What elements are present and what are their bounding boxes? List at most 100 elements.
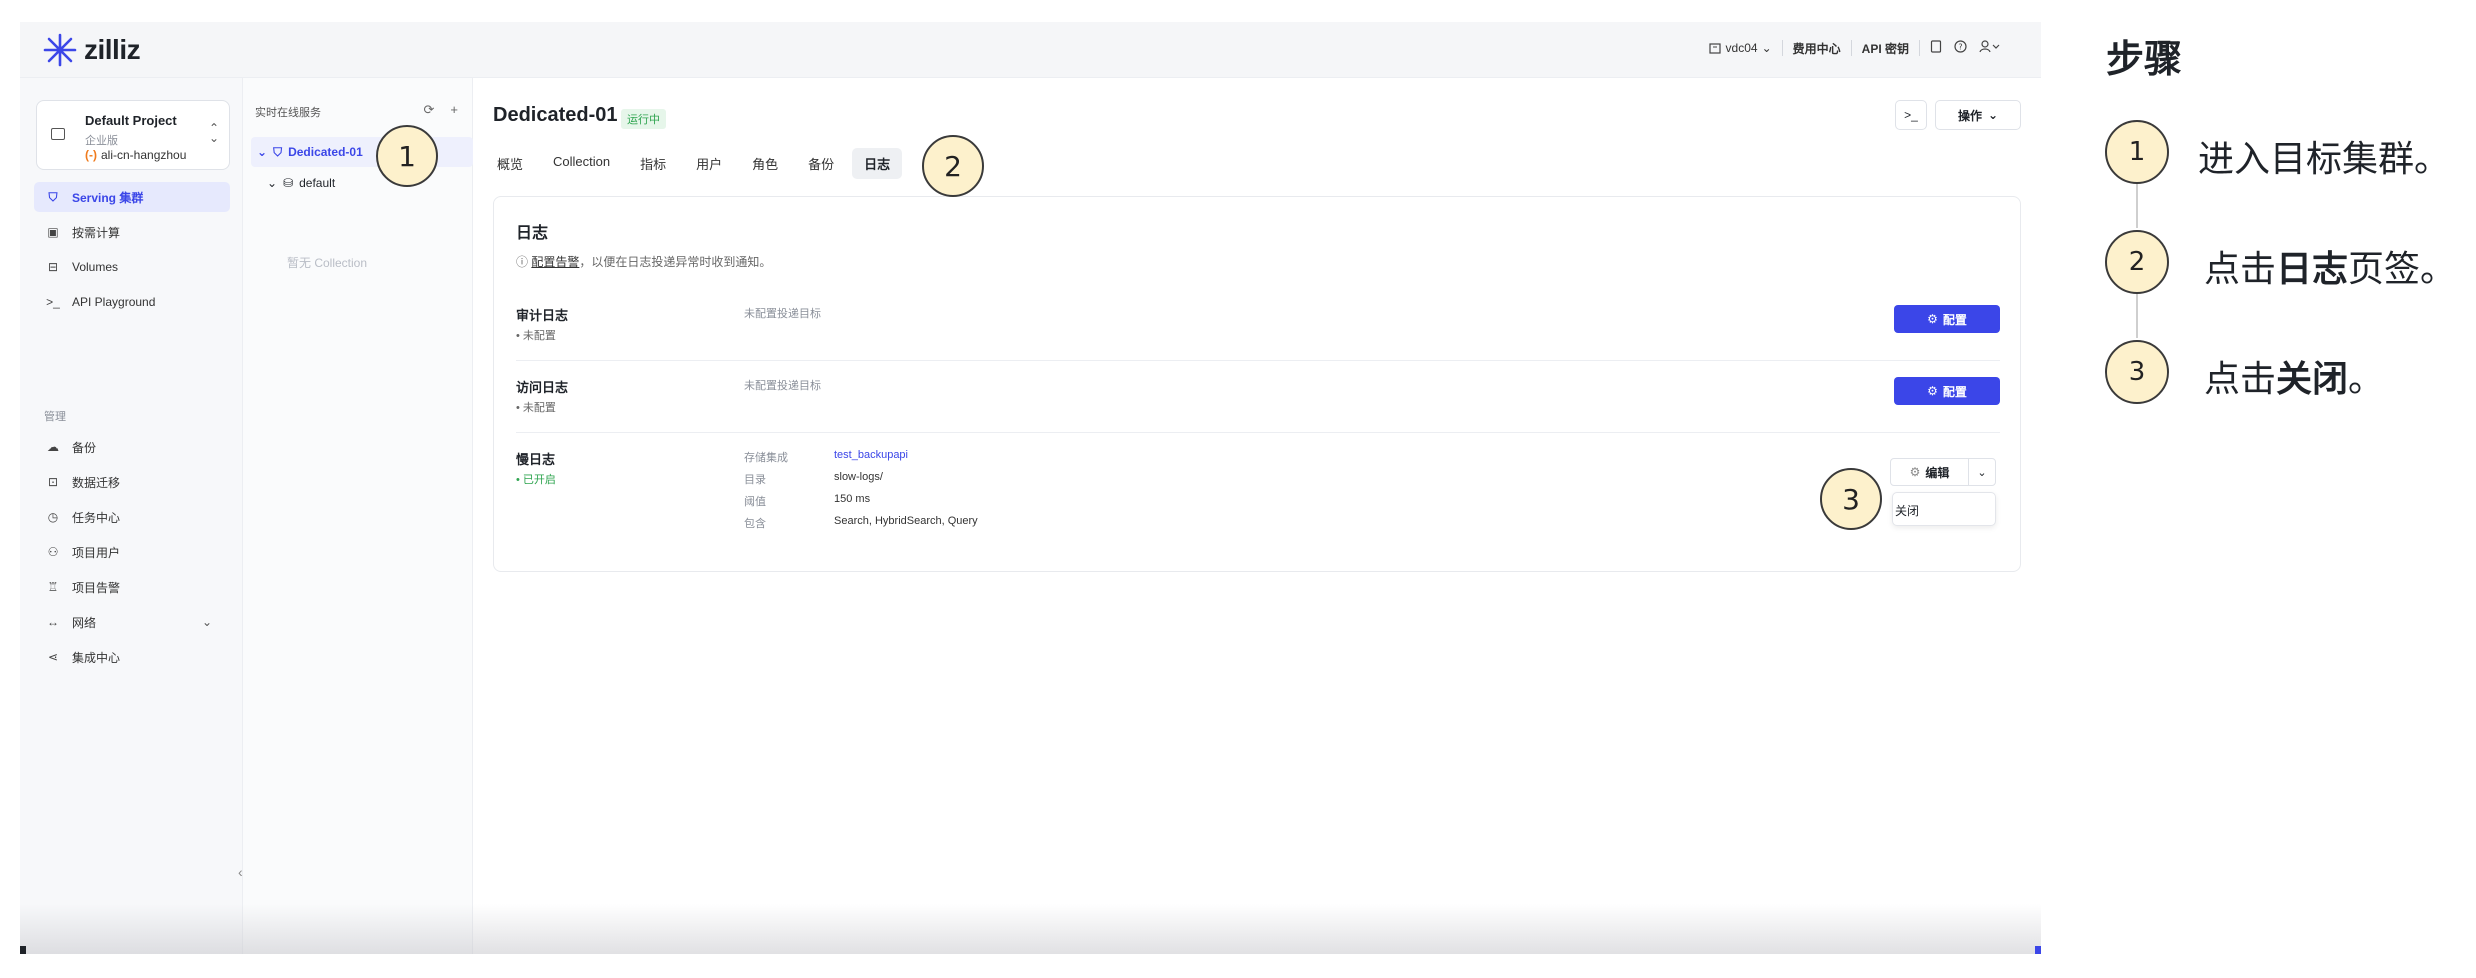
storage-integration-link[interactable]: test_backupapi: [834, 449, 908, 461]
tab-logs[interactable]: 日志: [852, 148, 903, 179]
user-menu-icon[interactable]: [1979, 40, 2001, 56]
edit-label: 编辑: [1925, 465, 1950, 480]
edit-button[interactable]: ⚙ 编辑: [1891, 459, 1969, 485]
page-title: Dedicated-01: [493, 104, 618, 126]
cluster-icon: ⛉: [48, 189, 58, 204]
operations-button[interactable]: 操作 ⌄: [1935, 100, 2021, 130]
audit-log-row: 审计日志 • 未配置 未配置投递目标 ⚙ 配置: [516, 305, 2000, 345]
menu-item-close[interactable]: 关闭: [1895, 502, 1995, 519]
sidebar-item-users[interactable]: ⚇ 项目用户: [34, 537, 230, 567]
slow-log-state-text: 已开启: [522, 474, 556, 486]
access-config-button[interactable]: ⚙ 配置: [1894, 377, 2000, 405]
corner-mark: [2035, 946, 2041, 954]
step-number-1: 1: [2105, 120, 2169, 184]
sidebar-item-serving[interactable]: ⛉ Serving 集群: [34, 182, 230, 212]
steps-title: 步骤: [2106, 39, 2183, 81]
sidebar-item-api-playground[interactable]: >_ API Playground: [34, 287, 230, 317]
region-logo-icon: (-): [85, 148, 97, 162]
refresh-icon[interactable]: ⟳: [424, 102, 435, 118]
audit-log-state: • 未配置: [516, 330, 556, 342]
ops-label: 操作: [1957, 108, 1982, 123]
terminal-icon: >_: [46, 295, 60, 309]
sidebar-item-tasks[interactable]: ◷ 任务中心: [34, 502, 230, 532]
chevron-down-icon: ⌄: [1761, 41, 1772, 55]
chevron-down-icon: ⌄: [267, 176, 278, 190]
audit-log-state-text: 未配置: [522, 330, 556, 342]
gear-icon: ⚙: [1909, 465, 1921, 479]
org-switcher[interactable]: vdc04 ⌄: [1698, 40, 1783, 56]
sidebar-item-label: 网络: [72, 615, 97, 630]
tab-metrics[interactable]: 指标: [628, 148, 678, 179]
left-sidebar: Default Project 企业版 (-) ali-cn-hangzhou ⌃…: [20, 78, 243, 954]
tree-item-database[interactable]: ⌄ ⛁ default: [267, 168, 335, 198]
sidebar-item-integrations[interactable]: ⋖ 集成中心: [34, 642, 230, 672]
audit-config-button[interactable]: ⚙ 配置: [1894, 305, 2000, 333]
add-icon[interactable]: +: [450, 102, 458, 118]
collapse-sidebar-icon[interactable]: ‹: [238, 864, 243, 880]
chevron-down-icon: ⌄: [1977, 466, 1987, 479]
step-marker-2: 2: [922, 135, 984, 197]
more-actions-button[interactable]: ⌄: [1969, 459, 1995, 485]
tab-overview[interactable]: 概览: [485, 148, 535, 179]
region-name: ali-cn-hangzhou: [101, 148, 187, 162]
chevron-down-icon: ⌄: [1987, 108, 1999, 122]
sidebar-item-migration[interactable]: ⊡ 数据迁移: [34, 467, 230, 497]
zilliz-logo[interactable]: zilliz: [42, 32, 141, 68]
sidebar-item-backup[interactable]: ☁ 备份: [34, 432, 230, 462]
tree-item-cluster[interactable]: ⌄ ⛉ Dedicated-01: [251, 137, 473, 167]
history-icon: ◷: [47, 510, 59, 524]
manage-section-label: 管理: [44, 411, 66, 423]
slow-log-edit-group: ⚙ 编辑 ⌄: [1890, 458, 1996, 486]
sidebar-item-volumes[interactable]: ⊟ Volumes: [34, 252, 230, 282]
billing-link[interactable]: 费用中心: [1783, 40, 1852, 56]
audit-log-note: 未配置投递目标: [744, 308, 821, 320]
tab-backup[interactable]: 备份: [796, 148, 846, 179]
access-log-state-text: 未配置: [522, 402, 556, 414]
sort-arrows-icon: ⌃ ⌄: [208, 121, 219, 145]
step-text-3: 点击关闭。: [2204, 350, 2384, 402]
field-value: 150 ms: [834, 493, 871, 505]
network-icon: ↔: [47, 615, 59, 629]
configure-alert-link[interactable]: 配置告警: [531, 255, 579, 269]
step-text-2: 点击日志页签。: [2204, 240, 2456, 292]
org-name: vdc04: [1725, 41, 1758, 55]
sidebar-item-label: 项目用户: [72, 545, 121, 560]
step-text-bold: 日志: [2276, 248, 2349, 289]
gear-icon: ⚙: [1927, 384, 1938, 398]
sidebar-item-label: API Playground: [72, 295, 156, 309]
tab-collection[interactable]: Collection: [541, 148, 622, 179]
step-connector: [2136, 184, 2138, 228]
bottom-shadow: [20, 904, 2041, 954]
step-text-part: 点击: [2204, 358, 2277, 399]
help-icon[interactable]: ?: [1954, 40, 1967, 56]
sidebar-item-compute[interactable]: ▣ 按需计算: [34, 217, 230, 247]
zilliz-star-icon: [43, 33, 77, 67]
sidebar-item-label: Serving 集群: [72, 190, 144, 205]
step-text-part: 。: [2348, 358, 2385, 399]
project-name: Default Project: [85, 113, 177, 128]
tab-roles[interactable]: 角色: [740, 148, 790, 179]
cluster-tabs: 概览 Collection 指标 用户 角色 备份 日志: [485, 148, 903, 179]
folder-icon: [51, 128, 65, 140]
tab-users[interactable]: 用户: [684, 148, 734, 179]
sidebar-item-network[interactable]: ↔ 网络 ⌄: [34, 607, 230, 637]
sidebar-item-alarms[interactable]: ♖ 项目告警: [34, 572, 230, 602]
cluster-tree-panel: 实时在线服务 ⟳ + ⌄ ⛉ Dedicated-01 ⌄ ⛁ default …: [243, 78, 473, 954]
terminal-button[interactable]: >_: [1895, 100, 1927, 130]
step-text-bold: 关闭: [2276, 358, 2349, 399]
project-switcher[interactable]: Default Project 企业版 (-) ali-cn-hangzhou ⌃…: [36, 100, 230, 170]
field-value: slow-logs/: [834, 471, 883, 483]
alarm-icon: ♖: [47, 580, 59, 594]
doc-icon[interactable]: [1930, 40, 1942, 56]
step-text-part: 页签。: [2348, 248, 2457, 289]
sidebar-item-label: 按需计算: [72, 225, 121, 240]
access-log-title: 访问日志: [516, 380, 569, 395]
org-icon: [1708, 41, 1722, 55]
access-log-row: 访问日志 • 未配置 未配置投递目标 ⚙ 配置: [516, 377, 2000, 417]
sidebar-item-label: 任务中心: [72, 510, 121, 525]
step-number-3: 3: [2105, 340, 2169, 404]
api-keys-link[interactable]: API 密钥: [1852, 40, 1920, 56]
project-tier: 企业版: [85, 135, 118, 147]
hint-text: ，以便在日志投递异常时收到通知。: [579, 255, 772, 269]
audit-log-title: 审计日志: [516, 308, 569, 323]
